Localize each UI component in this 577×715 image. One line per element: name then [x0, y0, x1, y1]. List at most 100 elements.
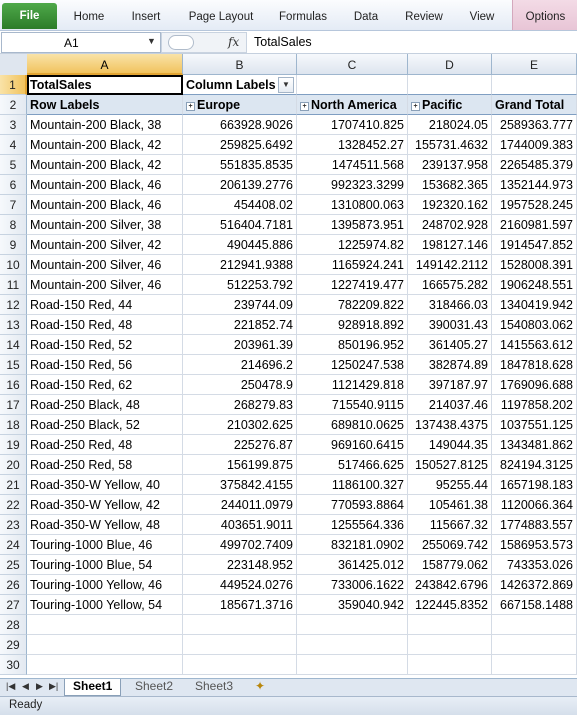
pivot-value-cell[interactable]: 2160981.597 — [492, 215, 577, 235]
pivot-value-cell[interactable]: 122445.8352 — [408, 595, 492, 615]
pivot-row-label[interactable]: Mountain-200 Black, 46 — [27, 195, 183, 215]
pivot-value-cell[interactable]: 210302.625 — [183, 415, 297, 435]
cell[interactable] — [27, 635, 183, 655]
pivot-value-cell[interactable]: 1328452.27 — [297, 135, 408, 155]
pivot-value-cell[interactable]: 218024.05 — [408, 115, 492, 135]
pivot-column-header[interactable]: + Pacific — [408, 95, 492, 115]
last-sheet-icon[interactable]: ▶| — [49, 681, 58, 692]
pivot-row-label[interactable]: Road-350-W Yellow, 42 — [27, 495, 183, 515]
pivot-value-cell[interactable]: 223148.952 — [183, 555, 297, 575]
row-header[interactable]: 30 — [0, 655, 27, 675]
pivot-row-label[interactable]: Touring-1000 Blue, 46 — [27, 535, 183, 555]
pivot-value-cell[interactable]: 1774883.557 — [492, 515, 577, 535]
pivot-row-label[interactable]: Road-150 Red, 48 — [27, 315, 183, 335]
pivot-row-label[interactable]: Mountain-200 Black, 46 — [27, 175, 183, 195]
pivot-row-label[interactable]: Road-250 Red, 48 — [27, 435, 183, 455]
pivot-value-cell[interactable]: 1426372.869 — [492, 575, 577, 595]
pivot-value-cell[interactable]: 95255.44 — [408, 475, 492, 495]
row-header[interactable]: 18 — [0, 415, 27, 435]
cell[interactable] — [408, 75, 492, 95]
pivot-row-label[interactable]: Road-350-W Yellow, 40 — [27, 475, 183, 495]
cell[interactable] — [492, 75, 577, 95]
pivot-row-label[interactable]: Touring-1000 Yellow, 54 — [27, 595, 183, 615]
name-box[interactable]: A1 ▼ — [1, 32, 161, 53]
cell[interactable] — [408, 655, 492, 675]
pivot-row-label[interactable]: Road-150 Red, 62 — [27, 375, 183, 395]
row-header[interactable]: 13 — [0, 315, 27, 335]
row-header[interactable]: 1 — [0, 75, 27, 95]
pivot-value-cell[interactable]: 770593.8864 — [297, 495, 408, 515]
select-all-corner[interactable] — [0, 54, 28, 76]
row-header[interactable]: 4 — [0, 135, 27, 155]
pivot-value-cell[interactable]: 454408.02 — [183, 195, 297, 215]
row-header[interactable]: 24 — [0, 535, 27, 555]
pivot-row-label[interactable]: Mountain-200 Black, 38 — [27, 115, 183, 135]
pivot-value-cell[interactable]: 255069.742 — [408, 535, 492, 555]
pivot-value-cell[interactable]: 192320.162 — [408, 195, 492, 215]
expand-handle-icon[interactable] — [168, 35, 194, 50]
pivot-row-label[interactable]: Touring-1000 Blue, 54 — [27, 555, 183, 575]
cell[interactable] — [27, 655, 183, 675]
column-header-e[interactable]: E — [492, 54, 577, 75]
pivot-row-label[interactable]: Mountain-200 Silver, 42 — [27, 235, 183, 255]
tab-page-layout[interactable]: Page Layout — [183, 0, 259, 30]
pivot-row-label[interactable]: Mountain-200 Black, 42 — [27, 155, 183, 175]
pivot-value-cell[interactable]: 512253.792 — [183, 275, 297, 295]
cell[interactable] — [408, 615, 492, 635]
pivot-value-cell[interactable]: 375842.4155 — [183, 475, 297, 495]
pivot-value-cell[interactable]: 221852.74 — [183, 315, 297, 335]
pivot-value-cell[interactable]: 149142.2112 — [408, 255, 492, 275]
row-header[interactable]: 27 — [0, 595, 27, 615]
worksheet-grid[interactable]: A B C D E 1 TotalSales Column Labels ▼ 2 Row … — [0, 54, 577, 678]
row-header[interactable]: 20 — [0, 455, 27, 475]
column-header-d[interactable]: D — [408, 54, 492, 75]
pivot-value-cell[interactable]: 663928.9026 — [183, 115, 297, 135]
pivot-row-label[interactable]: Road-250 Black, 52 — [27, 415, 183, 435]
pivot-value-cell[interactable]: 1914547.852 — [492, 235, 577, 255]
tab-review[interactable]: Review — [398, 0, 450, 30]
pivot-value-cell[interactable]: 150527.8125 — [408, 455, 492, 475]
pivot-column-header[interactable]: + North America — [297, 95, 408, 115]
pivot-row-label[interactable]: Mountain-200 Silver, 46 — [27, 275, 183, 295]
pivot-value-cell[interactable]: 203961.39 — [183, 335, 297, 355]
pivot-column-header[interactable]: + Europe — [183, 95, 297, 115]
row-header[interactable]: 6 — [0, 175, 27, 195]
pivot-value-cell[interactable]: 225276.87 — [183, 435, 297, 455]
sheet-tab-sheet1[interactable]: Sheet1 — [64, 679, 122, 696]
pivot-value-cell[interactable]: 490445.886 — [183, 235, 297, 255]
pivot-value-cell[interactable]: 1165924.241 — [297, 255, 408, 275]
pivot-row-label[interactable]: Road-250 Red, 58 — [27, 455, 183, 475]
pivot-value-cell[interactable]: 259825.6492 — [183, 135, 297, 155]
row-header[interactable]: 22 — [0, 495, 27, 515]
row-header[interactable]: 25 — [0, 555, 27, 575]
pivot-value-cell[interactable]: 449524.0276 — [183, 575, 297, 595]
pivot-value-cell[interactable]: 1415563.612 — [492, 335, 577, 355]
pivot-value-cell[interactable]: 1340419.942 — [492, 295, 577, 315]
pivot-value-cell[interactable]: 733006.1622 — [297, 575, 408, 595]
pivot-value-cell[interactable]: 359040.942 — [297, 595, 408, 615]
pivot-value-cell[interactable]: 1395873.951 — [297, 215, 408, 235]
row-header[interactable]: 16 — [0, 375, 27, 395]
cell[interactable] — [408, 635, 492, 655]
pivot-value-cell[interactable]: 743353.026 — [492, 555, 577, 575]
pivot-value-cell[interactable]: 850196.952 — [297, 335, 408, 355]
pivot-value-cell[interactable]: 250478.9 — [183, 375, 297, 395]
row-header[interactable]: 2 — [0, 95, 27, 115]
cell[interactable] — [492, 655, 577, 675]
row-header[interactable]: 23 — [0, 515, 27, 535]
row-header[interactable]: 29 — [0, 635, 27, 655]
pivot-value-cell[interactable]: 1255564.336 — [297, 515, 408, 535]
pivot-value-cell[interactable]: 1310800.063 — [297, 195, 408, 215]
row-header[interactable]: 19 — [0, 435, 27, 455]
pivot-value-cell[interactable]: 166575.282 — [408, 275, 492, 295]
row-header[interactable]: 7 — [0, 195, 27, 215]
pivot-value-cell[interactable]: 824194.3125 — [492, 455, 577, 475]
formula-input[interactable]: TotalSales — [247, 32, 575, 51]
row-header[interactable]: 21 — [0, 475, 27, 495]
pivot-value-cell[interactable]: 689810.0625 — [297, 415, 408, 435]
pivot-row-label[interactable]: Road-350-W Yellow, 48 — [27, 515, 183, 535]
pivot-value-cell[interactable]: 214037.46 — [408, 395, 492, 415]
pivot-value-cell[interactable]: 1906248.551 — [492, 275, 577, 295]
pivot-value-cell[interactable]: 318466.03 — [408, 295, 492, 315]
pivot-value-cell[interactable]: 992323.3299 — [297, 175, 408, 195]
